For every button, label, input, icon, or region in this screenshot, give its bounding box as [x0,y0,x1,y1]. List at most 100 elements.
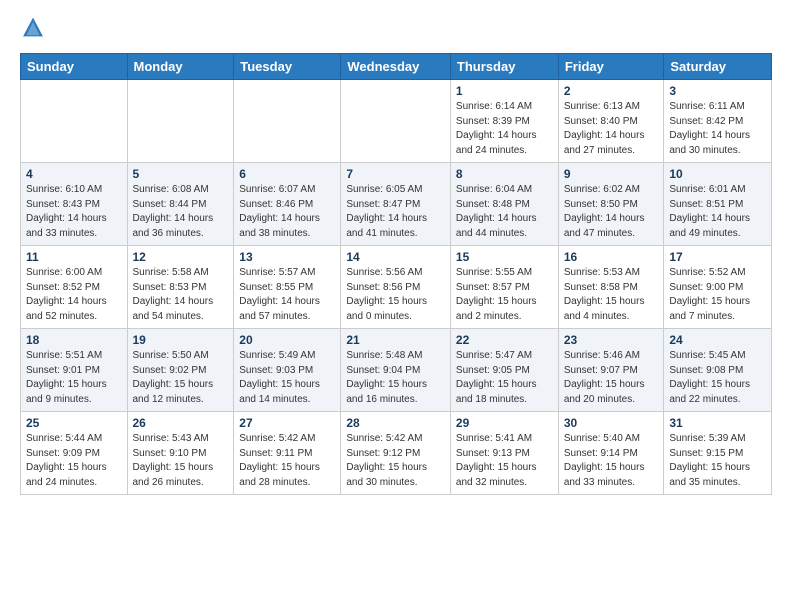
calendar-cell: 15Sunrise: 5:55 AM Sunset: 8:57 PM Dayli… [450,246,558,329]
day-info: Sunrise: 6:04 AM Sunset: 8:48 PM Dayligh… [456,183,553,241]
day-number: 16 [564,250,659,264]
calendar-cell: 19Sunrise: 5:50 AM Sunset: 9:02 PM Dayli… [127,329,234,412]
calendar-cell: 10 Sunrise: 6:01 AM Sunset: 8:51 PM Dayli… [664,163,772,246]
day-number: 29 [456,416,553,430]
day-info: Sunrise: 6:08 AM Sunset: 8:44 PM Dayligh… [133,183,229,241]
day-info: Sunrise: 6:02 AM Sunset: 8:50 PM Dayligh… [564,183,659,241]
day-number: 30 [564,416,659,430]
day-info: Sunrise: 6:10 AM Sunset: 8:43 PM Dayligh… [26,183,122,241]
calendar-cell: 4 Sunrise: 6:10 AM Sunset: 8:43 PM Daylig… [21,163,128,246]
day-info: Sunrise: 5:45 AM Sunset: 9:08 PM Dayligh… [669,349,766,407]
weekday-header: Sunday [21,54,128,80]
day-number: 10 [669,167,766,181]
day-info: Sunrise: 5:42 AM Sunset: 9:12 PM Dayligh… [346,432,445,490]
calendar-cell: 3 Sunrise: 6:11 AM Sunset: 8:42 PM Daylig… [664,80,772,163]
day-info: Sunrise: 6:01 AM Sunset: 8:51 PM Dayligh… [669,183,766,241]
day-number: 3 [669,84,766,98]
calendar-cell: 8Sunrise: 6:04 AM Sunset: 8:48 PM Daylig… [450,163,558,246]
day-info: Sunrise: 6:13 AM Sunset: 8:40 PM Dayligh… [564,100,659,158]
day-number: 19 [133,333,229,347]
calendar-cell [21,80,128,163]
weekday-header: Tuesday [234,54,341,80]
weekday-header: Wednesday [341,54,451,80]
day-number: 13 [239,250,335,264]
day-number: 4 [26,167,122,181]
calendar-cell: 27 Sunrise: 5:42 AM Sunset: 9:11 PM Dayli… [234,412,341,495]
calendar-cell: 1 Sunrise: 6:14 AM Sunset: 8:39 PM Daylig… [450,80,558,163]
day-number: 18 [26,333,122,347]
day-info: Sunrise: 5:57 AM Sunset: 8:55 PM Dayligh… [239,266,335,324]
day-number: 7 [346,167,445,181]
calendar-cell: 12 Sunrise: 5:58 AM Sunset: 8:53 PM Dayli… [127,246,234,329]
day-info: Sunrise: 5:58 AM Sunset: 8:53 PM Dayligh… [133,266,229,324]
logo-icon [22,16,44,38]
day-info: Sunrise: 5:49 AM Sunset: 9:03 PM Dayligh… [239,349,335,407]
calendar-week-row: 4 Sunrise: 6:10 AM Sunset: 8:43 PM Daylig… [21,163,772,246]
calendar-cell: 18 Sunrise: 5:51 AM Sunset: 9:01 PM Dayli… [21,329,128,412]
calendar-cell: 13 Sunrise: 5:57 AM Sunset: 8:55 PM Dayli… [234,246,341,329]
calendar-cell: 9Sunrise: 6:02 AM Sunset: 8:50 PM Daylig… [558,163,664,246]
day-number: 6 [239,167,335,181]
day-number: 31 [669,416,766,430]
day-number: 21 [346,333,445,347]
day-number: 1 [456,84,553,98]
day-info: Sunrise: 5:52 AM Sunset: 9:00 PM Dayligh… [669,266,766,324]
day-number: 26 [133,416,229,430]
day-info: Sunrise: 5:44 AM Sunset: 9:09 PM Dayligh… [26,432,122,490]
calendar-cell: 7Sunrise: 6:05 AM Sunset: 8:47 PM Daylig… [341,163,451,246]
calendar-cell [341,80,451,163]
calendar-cell: 22Sunrise: 5:47 AM Sunset: 9:05 PM Dayli… [450,329,558,412]
day-info: Sunrise: 6:11 AM Sunset: 8:42 PM Dayligh… [669,100,766,158]
calendar-cell: 30 Sunrise: 5:40 AM Sunset: 9:14 PM Dayli… [558,412,664,495]
day-info: Sunrise: 6:07 AM Sunset: 8:46 PM Dayligh… [239,183,335,241]
day-info: Sunrise: 5:48 AM Sunset: 9:04 PM Dayligh… [346,349,445,407]
day-number: 2 [564,84,659,98]
day-info: Sunrise: 5:42 AM Sunset: 9:11 PM Dayligh… [239,432,335,490]
day-number: 11 [26,250,122,264]
day-info: Sunrise: 6:14 AM Sunset: 8:39 PM Dayligh… [456,100,553,158]
calendar-cell: 23Sunrise: 5:46 AM Sunset: 9:07 PM Dayli… [558,329,664,412]
day-number: 17 [669,250,766,264]
calendar-cell: 20 Sunrise: 5:49 AM Sunset: 9:03 PM Dayli… [234,329,341,412]
weekday-header: Saturday [664,54,772,80]
calendar-cell [234,80,341,163]
calendar-cell: 6 Sunrise: 6:07 AM Sunset: 8:46 PM Daylig… [234,163,341,246]
calendar-cell: 28 Sunrise: 5:42 AM Sunset: 9:12 PM Dayli… [341,412,451,495]
calendar: SundayMondayTuesdayWednesdayThursdayFrid… [20,53,772,495]
calendar-cell: 14 Sunrise: 5:56 AM Sunset: 8:56 PM Dayli… [341,246,451,329]
calendar-cell: 31 Sunrise: 5:39 AM Sunset: 9:15 PM Dayli… [664,412,772,495]
calendar-cell [127,80,234,163]
calendar-week-row: 18 Sunrise: 5:51 AM Sunset: 9:01 PM Dayli… [21,329,772,412]
calendar-cell: 26 Sunrise: 5:43 AM Sunset: 9:10 PM Dayli… [127,412,234,495]
calendar-cell: 24 Sunrise: 5:45 AM Sunset: 9:08 PM Dayli… [664,329,772,412]
day-info: Sunrise: 5:41 AM Sunset: 9:13 PM Dayligh… [456,432,553,490]
day-number: 20 [239,333,335,347]
day-number: 27 [239,416,335,430]
day-number: 5 [133,167,229,181]
calendar-week-row: 11Sunrise: 6:00 AM Sunset: 8:52 PM Dayli… [21,246,772,329]
calendar-cell: 21 Sunrise: 5:48 AM Sunset: 9:04 PM Dayli… [341,329,451,412]
calendar-header-row: SundayMondayTuesdayWednesdayThursdayFrid… [21,54,772,80]
calendar-cell: 17 Sunrise: 5:52 AM Sunset: 9:00 PM Dayli… [664,246,772,329]
page: SundayMondayTuesdayWednesdayThursdayFrid… [0,0,792,511]
calendar-week-row: 25 Sunrise: 5:44 AM Sunset: 9:09 PM Dayli… [21,412,772,495]
day-number: 12 [133,250,229,264]
day-info: Sunrise: 5:40 AM Sunset: 9:14 PM Dayligh… [564,432,659,490]
day-info: Sunrise: 5:51 AM Sunset: 9:01 PM Dayligh… [26,349,122,407]
calendar-cell: 11Sunrise: 6:00 AM Sunset: 8:52 PM Dayli… [21,246,128,329]
weekday-header: Friday [558,54,664,80]
calendar-cell: 5 Sunrise: 6:08 AM Sunset: 8:44 PM Daylig… [127,163,234,246]
day-number: 25 [26,416,122,430]
day-number: 28 [346,416,445,430]
header [20,16,772,43]
logo [20,16,48,43]
day-number: 24 [669,333,766,347]
weekday-header: Monday [127,54,234,80]
calendar-cell: 29 Sunrise: 5:41 AM Sunset: 9:13 PM Dayli… [450,412,558,495]
day-number: 14 [346,250,445,264]
day-info: Sunrise: 5:56 AM Sunset: 8:56 PM Dayligh… [346,266,445,324]
day-info: Sunrise: 5:43 AM Sunset: 9:10 PM Dayligh… [133,432,229,490]
calendar-week-row: 1 Sunrise: 6:14 AM Sunset: 8:39 PM Daylig… [21,80,772,163]
day-number: 23 [564,333,659,347]
day-info: Sunrise: 5:39 AM Sunset: 9:15 PM Dayligh… [669,432,766,490]
